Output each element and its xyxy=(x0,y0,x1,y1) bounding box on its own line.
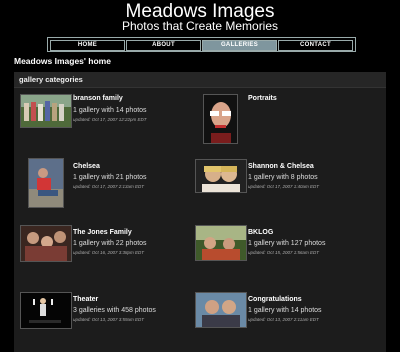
gallery-count: 1 gallery with 14 photos xyxy=(73,107,147,114)
site-subtitle: Photos that Create Memories xyxy=(121,19,279,33)
gallery-count: 3 galleries with 458 photos xyxy=(73,307,156,314)
gallery-updated: updated: Oct 17, 2007 2:13am EDT xyxy=(73,184,145,189)
gallery-updated: updated: Oct 13, 2007 2:11am EDT xyxy=(248,317,319,322)
page-heading: Meadows Images' home xyxy=(14,56,111,66)
gallery-count: 1 gallery with 127 photos xyxy=(248,240,326,247)
gallery-thumbnail[interactable] xyxy=(195,225,247,261)
gallery-updated: updated: Oct 15, 2007 1:56am EDT xyxy=(248,250,320,255)
gallery-count: 1 gallery with 21 photos xyxy=(73,174,147,181)
gallery-thumbnail[interactable] xyxy=(195,292,247,328)
gallery-title[interactable]: BKLOG xyxy=(248,229,273,236)
gallery-thumbnail[interactable] xyxy=(20,225,72,262)
gallery-updated: updated: Oct 17, 2007 12:22pm EDT xyxy=(73,117,147,122)
gallery-title[interactable]: Theater xyxy=(73,296,98,303)
gallery-thumbnail[interactable] xyxy=(20,292,72,329)
gallery-title[interactable]: Congratulations xyxy=(248,296,302,303)
gallery-title[interactable]: Shannon & Chelsea xyxy=(248,163,314,170)
nav-home[interactable]: HOME xyxy=(50,40,125,51)
nav-contact[interactable]: CONTACT xyxy=(278,40,353,51)
gallery-updated: updated: Oct 16, 2007 3:38pm EDT xyxy=(73,250,145,255)
panel-title: gallery categories xyxy=(19,75,83,84)
gallery-thumbnail[interactable] xyxy=(20,94,72,128)
gallery-updated: updated: Oct 17, 2007 1:40am EDT xyxy=(248,184,320,189)
nav-about[interactable]: ABOUT xyxy=(126,40,201,51)
gallery-title[interactable]: branson family xyxy=(73,95,123,102)
gallery-thumbnail[interactable] xyxy=(195,159,247,193)
gallery-categories-panel: gallery categories branson family 1 gall… xyxy=(14,72,386,352)
gallery-updated: updated: Oct 13, 2007 3:59am EDT xyxy=(73,317,145,322)
gallery-count: 1 gallery with 8 photos xyxy=(248,174,318,181)
gallery-thumbnail[interactable] xyxy=(203,94,238,144)
gallery-title[interactable]: Chelsea xyxy=(73,163,100,170)
gallery-thumbnail[interactable] xyxy=(28,158,64,208)
gallery-title[interactable]: Portraits xyxy=(248,95,277,102)
gallery-count: 1 gallery with 22 photos xyxy=(73,240,147,247)
main-nav: HOME ABOUT GALLERIES CONTACT xyxy=(47,37,356,52)
gallery-count: 1 gallery with 14 photos xyxy=(248,307,322,314)
nav-galleries[interactable]: GALLERIES xyxy=(202,40,277,51)
gallery-title[interactable]: The Jones Family xyxy=(73,229,132,236)
panel-header: gallery categories xyxy=(14,72,386,88)
